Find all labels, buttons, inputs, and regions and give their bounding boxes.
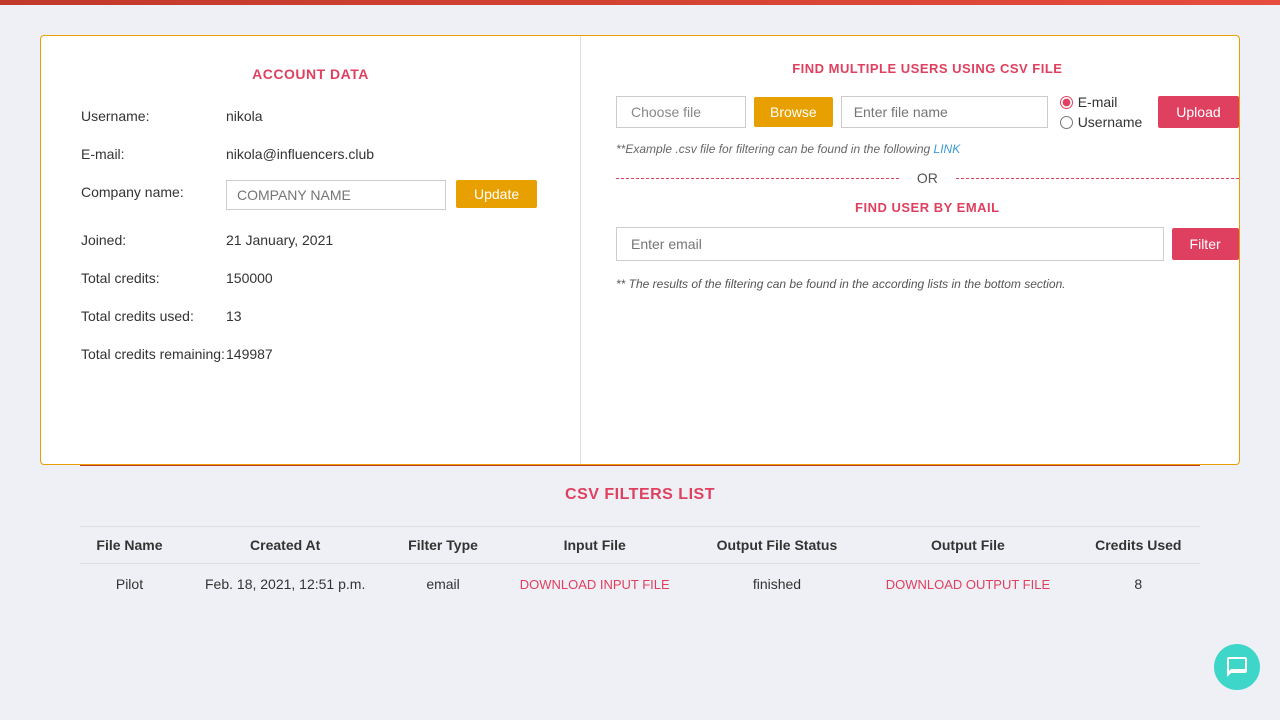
- credits-remaining-row: Total credits remaining: 149987: [81, 342, 540, 362]
- col-filter-type: Filter Type: [391, 527, 494, 564]
- email-filter-row: Filter: [616, 227, 1239, 261]
- upload-button[interactable]: Upload: [1158, 96, 1238, 128]
- section-divider: [80, 465, 1200, 466]
- cell-credits-used: 8: [1077, 564, 1200, 605]
- email-row: E-mail: nikola@influencers.club: [81, 142, 540, 162]
- table-header-row: File Name Created At Filter Type Input F…: [80, 527, 1200, 564]
- email-value: nikola@influencers.club: [226, 142, 374, 162]
- radio-group: E-mail Username: [1060, 94, 1143, 130]
- credits-used-row: Total credits used: 13: [81, 304, 540, 324]
- username-row: Username: nikola: [81, 104, 540, 124]
- joined-label: Joined:: [81, 228, 226, 248]
- table-header: File Name Created At Filter Type Input F…: [80, 527, 1200, 564]
- joined-row: Joined: 21 January, 2021: [81, 228, 540, 248]
- find-email-title: FIND USER BY EMAIL: [616, 200, 1239, 215]
- email-label: E-mail:: [81, 142, 226, 162]
- cell-filter-type: email: [391, 564, 494, 605]
- bottom-note: ** The results of the filtering can be f…: [616, 277, 1239, 291]
- csv-filters-list-title: CSV FILTERS LIST: [80, 486, 1200, 504]
- company-row: Company name: Update: [81, 180, 540, 210]
- col-file-name: File Name: [80, 527, 179, 564]
- credits-remaining-label: Total credits remaining:: [81, 342, 226, 362]
- joined-value: 21 January, 2021: [226, 228, 333, 248]
- choose-file-box: Choose file: [616, 96, 746, 128]
- account-data-title: ACCOUNT DATA: [81, 66, 540, 82]
- csv-upload-row: Choose file Browse E-mail Username Uploa…: [616, 94, 1239, 130]
- file-name-input[interactable]: [841, 96, 1048, 128]
- bottom-section: CSV FILTERS LIST File Name Created At Fi…: [40, 465, 1240, 635]
- table-row: Pilot Feb. 18, 2021, 12:51 p.m. email DO…: [80, 564, 1200, 605]
- cell-output-status: finished: [695, 564, 860, 605]
- cell-output-file[interactable]: DOWNLOAD OUTPUT FILE: [859, 564, 1076, 605]
- total-credits-label: Total credits:: [81, 266, 226, 286]
- radio-email[interactable]: E-mail: [1060, 94, 1143, 110]
- total-credits-row: Total credits: 150000: [81, 266, 540, 286]
- radio-username[interactable]: Username: [1060, 114, 1143, 130]
- csv-filters-table: File Name Created At Filter Type Input F…: [80, 526, 1200, 605]
- main-card: ACCOUNT DATA Username: nikola E-mail: ni…: [40, 35, 1240, 465]
- csv-link[interactable]: LINK: [934, 142, 961, 156]
- table-body: Pilot Feb. 18, 2021, 12:51 p.m. email DO…: [80, 564, 1200, 605]
- cell-input-file[interactable]: DOWNLOAD INPUT FILE: [495, 564, 695, 605]
- email-filter-input[interactable]: [616, 227, 1164, 261]
- filter-button[interactable]: Filter: [1172, 228, 1239, 260]
- csv-find-title: FIND MULTIPLE USERS USING CSV FILE: [616, 61, 1239, 76]
- col-output-status: Output File Status: [695, 527, 860, 564]
- credits-used-value: 13: [226, 304, 242, 324]
- credits-used-label: Total credits used:: [81, 304, 226, 324]
- total-credits-value: 150000: [226, 266, 273, 286]
- col-input-file: Input File: [495, 527, 695, 564]
- chat-bubble[interactable]: [1214, 644, 1260, 690]
- right-panel: FIND MULTIPLE USERS USING CSV FILE Choos…: [581, 36, 1274, 464]
- company-name-input[interactable]: [226, 180, 446, 210]
- or-divider: OR: [616, 170, 1239, 186]
- username-label: Username:: [81, 104, 226, 124]
- or-text: OR: [899, 170, 956, 186]
- col-created-at: Created At: [179, 527, 391, 564]
- col-output-file: Output File: [859, 527, 1076, 564]
- username-value: nikola: [226, 104, 263, 124]
- radio-email-label: E-mail: [1078, 94, 1118, 110]
- divider-line-left: [616, 178, 899, 179]
- company-label: Company name:: [81, 180, 226, 200]
- update-button[interactable]: Update: [456, 180, 537, 208]
- cell-created-at: Feb. 18, 2021, 12:51 p.m.: [179, 564, 391, 605]
- left-panel: ACCOUNT DATA Username: nikola E-mail: ni…: [41, 36, 581, 464]
- cell-file-name: Pilot: [80, 564, 179, 605]
- col-credits-used: Credits Used: [1077, 527, 1200, 564]
- radio-username-label: Username: [1078, 114, 1143, 130]
- browse-button[interactable]: Browse: [754, 97, 833, 127]
- csv-note: **Example .csv file for filtering can be…: [616, 142, 1239, 156]
- chat-icon: [1225, 655, 1249, 679]
- page-wrapper: ACCOUNT DATA Username: nikola E-mail: ni…: [0, 5, 1280, 665]
- divider-line-right: [956, 178, 1239, 179]
- credits-remaining-value: 149987: [226, 342, 273, 362]
